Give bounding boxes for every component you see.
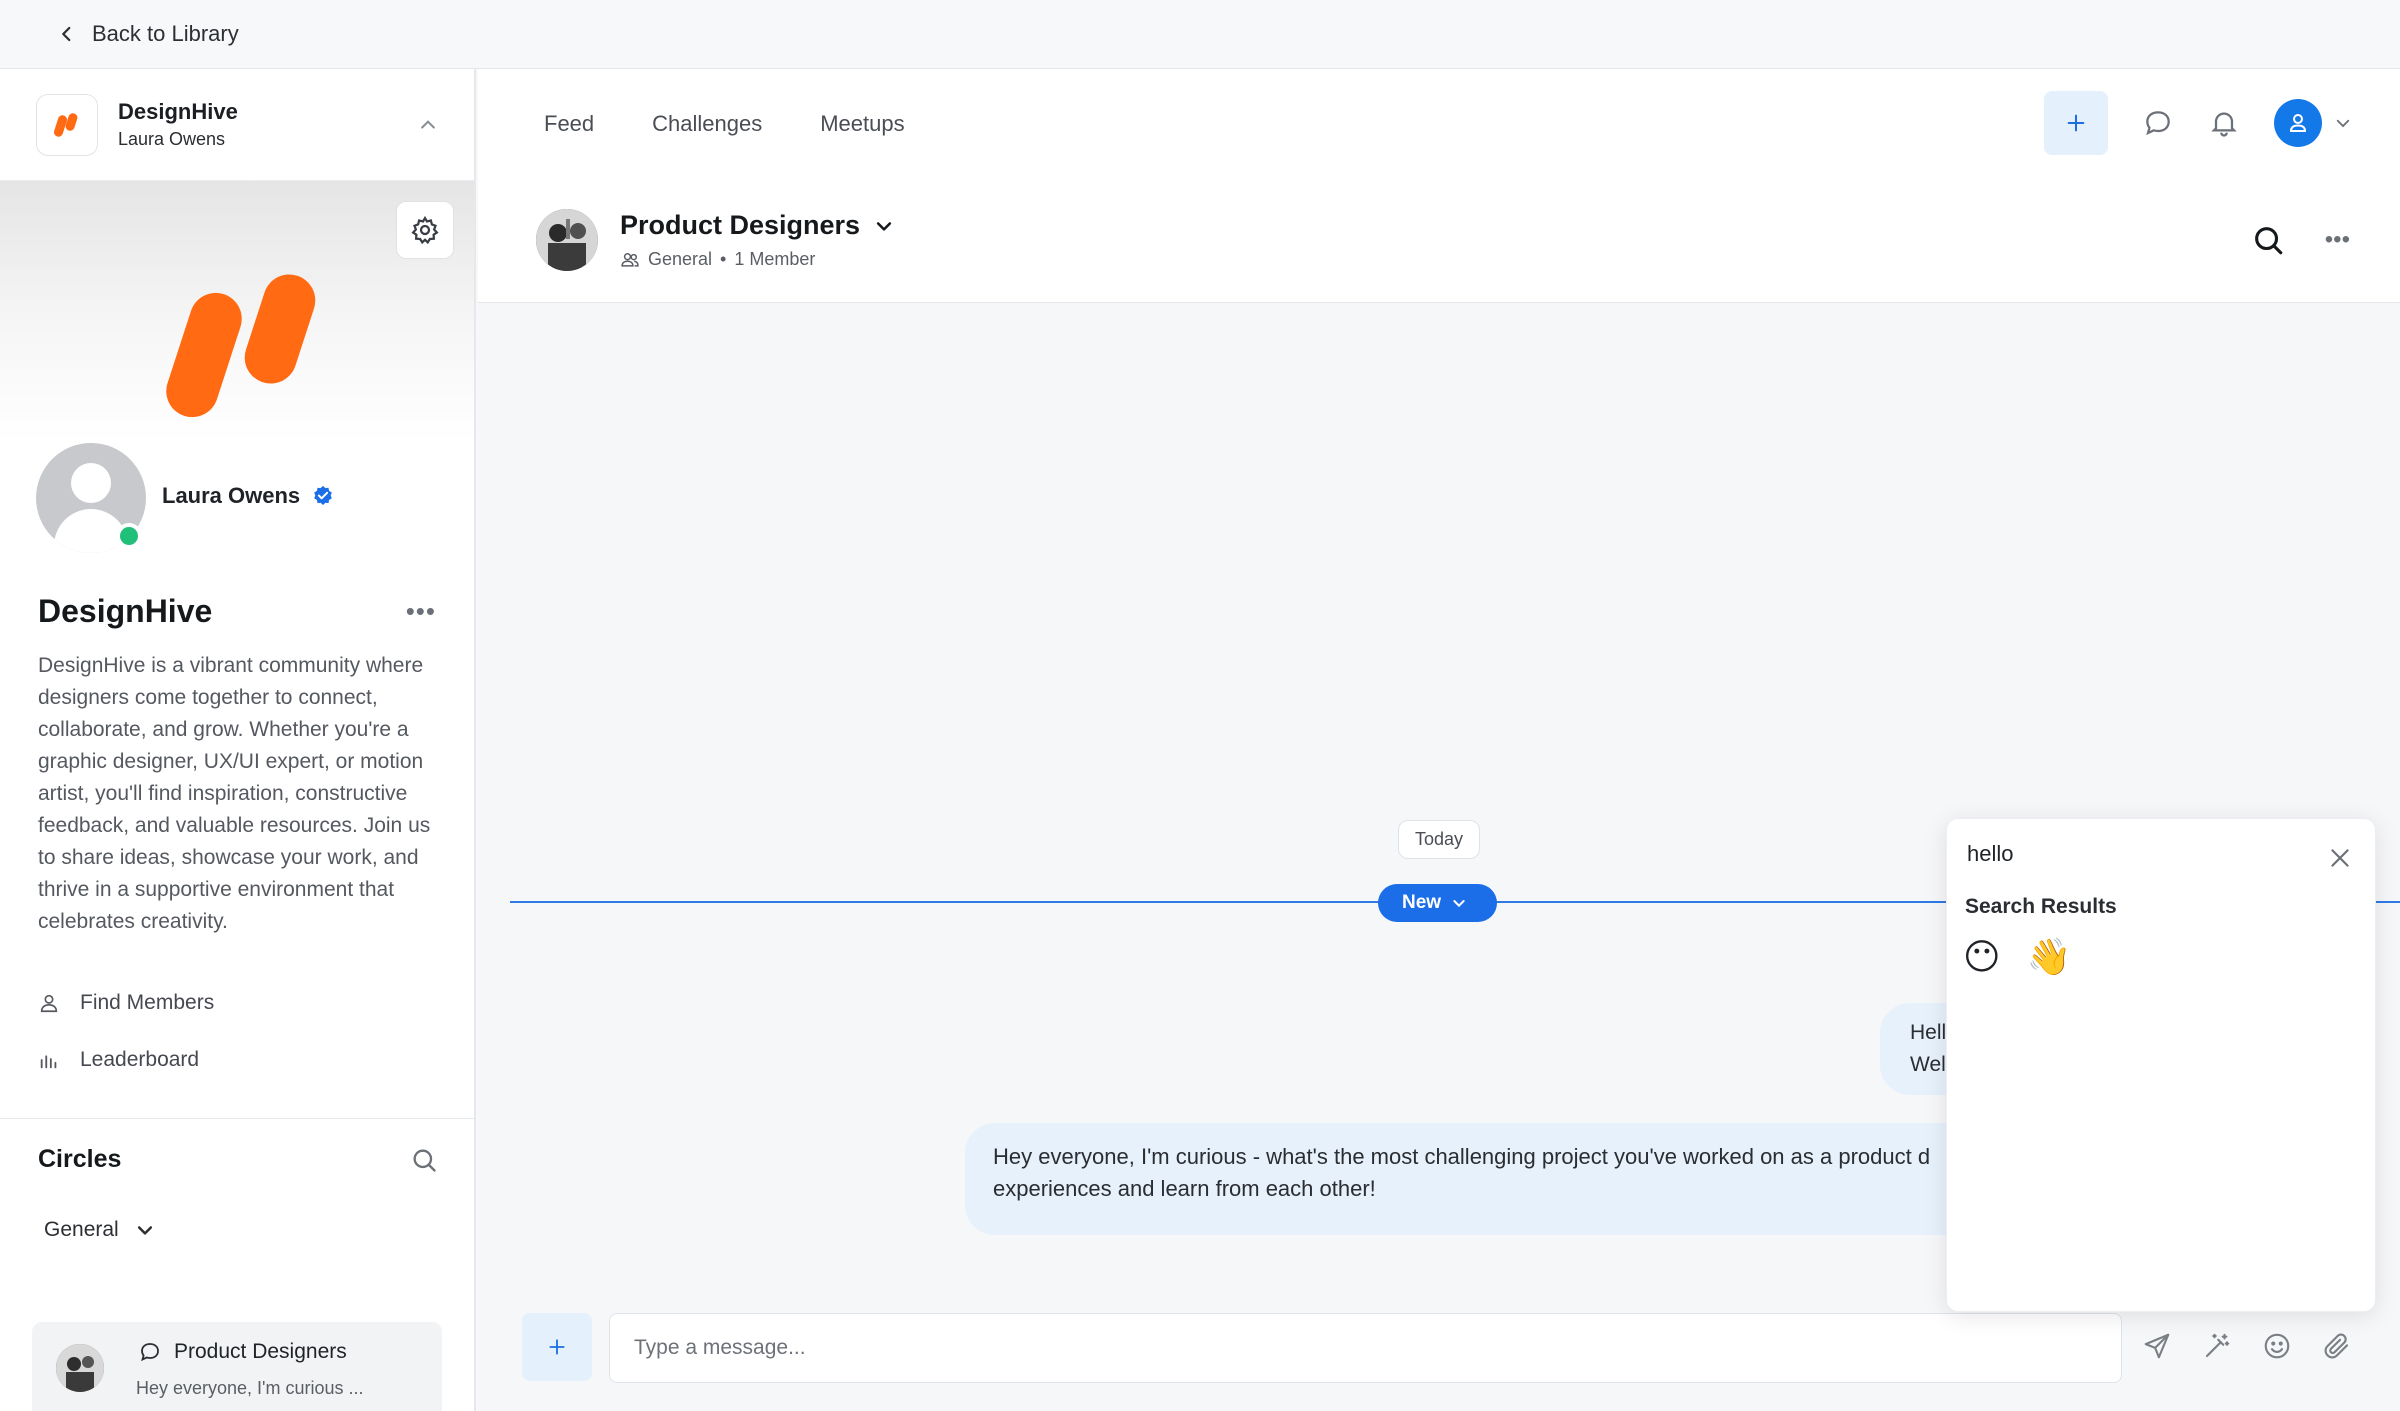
leaderboard-label: Leaderboard	[80, 1047, 200, 1071]
create-button[interactable]	[2044, 91, 2108, 155]
community-name: DesignHive	[118, 99, 238, 124]
circle-item-preview: Hey everyone, I'm curious ...	[136, 1378, 364, 1398]
message-composer: Type a message...	[478, 1313, 2400, 1411]
close-icon[interactable]	[2327, 845, 2353, 871]
date-divider: Today	[1398, 820, 1481, 859]
tab-challenges[interactable]: Challenges	[652, 111, 762, 137]
find-members-label: Find Members	[80, 990, 215, 1014]
search-results-label: Search Results	[1965, 895, 2117, 918]
channel-more-icon[interactable]: •••	[2325, 226, 2350, 254]
about-title: DesignHive	[38, 593, 213, 629]
circles-filter-dropdown[interactable]: General	[44, 1218, 474, 1242]
top-bar: Back to Library	[0, 0, 2400, 69]
user-avatar	[2274, 99, 2322, 147]
back-to-library-link[interactable]: Back to Library	[58, 21, 239, 47]
attach-plus-button[interactable]	[522, 1313, 592, 1381]
header-actions	[2044, 91, 2352, 155]
person-icon	[40, 994, 58, 1012]
chevron-down-icon	[2336, 119, 2350, 128]
emoji-search-panel: Search Results 😶 👋	[1946, 818, 2376, 1312]
chevron-down-icon	[1453, 900, 1465, 908]
emoji-icon[interactable]	[2262, 1331, 2292, 1361]
community-user: Laura Owens	[118, 129, 226, 149]
verified-badge-icon	[314, 485, 332, 505]
back-label: Back to Library	[92, 21, 239, 46]
channel-avatar	[536, 209, 598, 271]
emoji-results: 😶 👋	[1963, 937, 2071, 977]
search-icon[interactable]	[410, 1146, 438, 1174]
circles-filter-label: General	[44, 1218, 119, 1241]
circle-item-product-designers[interactable]: Product Designers Hey everyone, I'm curi…	[32, 1322, 442, 1411]
find-members-link[interactable]: Find Members	[38, 974, 436, 1031]
meta-separator: •	[720, 249, 727, 269]
search-icon[interactable]	[2251, 223, 2285, 257]
chevron-down-icon	[876, 221, 892, 231]
user-menu[interactable]	[2274, 99, 2352, 147]
user-profile: Laura Owens	[0, 443, 474, 593]
community-switcher[interactable]: DesignHive Laura Owens	[0, 69, 474, 181]
left-sidebar: DesignHive Laura Owens Laura Owens Desig…	[0, 69, 476, 1411]
circles-title: Circles	[38, 1145, 122, 1173]
designhive-large-logo	[166, 274, 316, 418]
chevron-left-icon	[62, 26, 71, 42]
plus-icon	[2067, 114, 2085, 132]
composer-actions	[2142, 1331, 2352, 1361]
about-description: DesignHive is a vibrant community where …	[38, 654, 431, 933]
paperclip-icon[interactable]	[2322, 1331, 2352, 1361]
circle-item-title: Product Designers	[174, 1340, 347, 1363]
emoji-result[interactable]: 😶	[1963, 937, 2001, 977]
community-logo	[36, 93, 98, 156]
channel-title: Product Designers	[620, 210, 861, 240]
gear-icon	[411, 215, 439, 245]
plus-icon	[549, 1339, 565, 1355]
chat-bubble-icon	[141, 1343, 159, 1362]
magic-wand-icon[interactable]	[2202, 1331, 2232, 1361]
channel-title-dropdown[interactable]: Product Designers	[620, 210, 894, 241]
circles-header: Circles	[0, 1119, 474, 1174]
send-icon[interactable]	[2142, 1331, 2172, 1361]
settings-button[interactable]	[396, 201, 454, 259]
tab-meetups[interactable]: Meetups	[820, 111, 904, 137]
online-status-indicator	[116, 523, 142, 549]
bar-chart-icon	[40, 1054, 57, 1068]
profile-name-label: Laura Owens	[162, 483, 301, 508]
group-icon	[621, 252, 639, 267]
profile-name[interactable]: Laura Owens	[162, 483, 334, 509]
new-label: New	[1402, 892, 1442, 913]
emoji-search-input[interactable]	[1967, 841, 2297, 867]
main-header: Feed Challenges Meetups Product Designer…	[478, 69, 2400, 303]
leaderboard-link[interactable]: Leaderboard	[38, 1031, 436, 1088]
chevron-up-icon[interactable]	[418, 115, 438, 135]
bell-icon[interactable]	[2208, 107, 2240, 139]
circle-avatar	[56, 1344, 104, 1392]
more-options-icon[interactable]: •••	[406, 596, 436, 627]
channel-members: 1 Member	[734, 249, 816, 269]
messages-icon[interactable]	[2142, 107, 2174, 139]
channel-actions: •••	[2251, 223, 2350, 257]
user-icon	[2289, 114, 2307, 132]
about-section: DesignHive ••• DesignHive is a vibrant c…	[0, 593, 474, 938]
community-banner	[0, 181, 474, 443]
sidebar-links: Find Members Leaderboard	[0, 974, 474, 1088]
channel-category: General	[648, 249, 713, 269]
channel-meta: General • 1 Member	[620, 249, 894, 270]
chevron-down-icon	[137, 1226, 152, 1235]
message-input[interactable]: Type a message...	[609, 1313, 2122, 1383]
tab-feed[interactable]: Feed	[544, 111, 594, 137]
channel-info: Product Designers General • 1 Member	[536, 209, 894, 271]
nav-tabs: Feed Challenges Meetups	[544, 111, 905, 137]
emoji-result[interactable]: 👋	[2027, 937, 2072, 977]
new-messages-button[interactable]: New	[1378, 884, 1498, 922]
designhive-logo-icon	[53, 112, 78, 137]
